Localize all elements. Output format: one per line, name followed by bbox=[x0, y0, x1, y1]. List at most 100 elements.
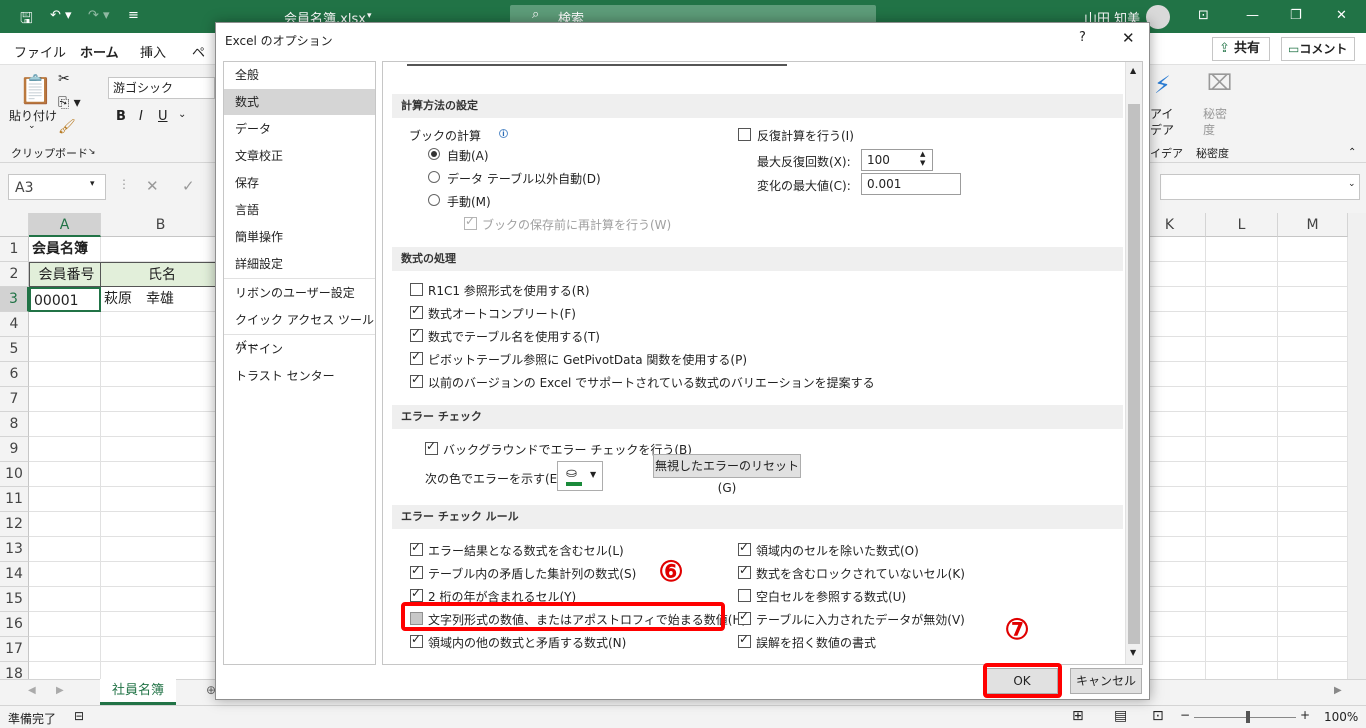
formula-option-label[interactable]: ピボットテーブル参照に GetPivotData 関数を使用する(P) bbox=[428, 351, 747, 368]
zoom-out-icon[interactable]: − bbox=[1180, 708, 1190, 722]
grid-cell[interactable] bbox=[1206, 462, 1278, 487]
formula-option-checkbox[interactable] bbox=[410, 349, 423, 365]
error-rule-checkbox[interactable] bbox=[410, 540, 423, 556]
grid-cell[interactable] bbox=[29, 462, 101, 487]
zoom-level[interactable]: 100% bbox=[1324, 710, 1358, 724]
row-header[interactable]: 12 bbox=[0, 512, 29, 537]
error-color-picker[interactable]: ⛀ ▼ bbox=[557, 461, 603, 491]
grid-cell[interactable] bbox=[101, 462, 221, 487]
row-header[interactable]: 10 bbox=[0, 462, 29, 487]
column-header[interactable]: A bbox=[29, 213, 101, 237]
share-button[interactable]: ⇪ 共有 bbox=[1212, 37, 1270, 61]
grid-cell[interactable] bbox=[1278, 362, 1348, 387]
grid-cell[interactable] bbox=[1206, 387, 1278, 412]
options-scrollbar[interactable]: ▲ ▼ bbox=[1125, 62, 1142, 664]
error-rule-checkbox[interactable] bbox=[738, 540, 751, 556]
grid-cell[interactable] bbox=[1206, 412, 1278, 437]
grid-cell[interactable] bbox=[1206, 512, 1278, 537]
grid-cell[interactable] bbox=[1278, 437, 1348, 462]
cut-icon[interactable]: ✂ bbox=[58, 71, 70, 87]
underline-dropdown-icon[interactable]: ⌄ bbox=[178, 109, 186, 120]
cell-a3[interactable]: 00001 bbox=[29, 287, 101, 312]
grid-cell[interactable] bbox=[1278, 587, 1348, 612]
grid-cell[interactable] bbox=[29, 412, 101, 437]
row-header[interactable]: 1 bbox=[0, 237, 29, 262]
grid-cell[interactable] bbox=[1206, 487, 1278, 512]
copy-icon[interactable]: ⎘ ▾ bbox=[58, 95, 81, 111]
error-rule-label[interactable]: テーブルに入力されたデータが無効(V) bbox=[756, 611, 965, 628]
grid-cell[interactable] bbox=[101, 437, 221, 462]
cell-a2[interactable]: 会員番号 bbox=[29, 262, 101, 287]
grid-cell[interactable] bbox=[29, 362, 101, 387]
manual-calc-radio[interactable] bbox=[428, 194, 440, 206]
row-header[interactable]: 7 bbox=[0, 387, 29, 412]
row-header[interactable]: 16 bbox=[0, 612, 29, 637]
grid-cell[interactable] bbox=[1278, 512, 1348, 537]
redo-icon[interactable]: ↷ ▾ bbox=[88, 8, 110, 23]
grid-cell[interactable] bbox=[29, 387, 101, 412]
grid-cell[interactable] bbox=[101, 612, 221, 637]
sensitivity-label-bottom[interactable]: 度 bbox=[1203, 121, 1215, 138]
grid-cell[interactable] bbox=[1278, 412, 1348, 437]
nav-item-advanced[interactable]: 詳細設定 bbox=[224, 251, 375, 277]
save-icon[interactable]: 🖫 bbox=[20, 8, 33, 33]
grid-cell[interactable] bbox=[1206, 312, 1278, 337]
column-header[interactable]: B bbox=[101, 213, 221, 237]
nav-item-save[interactable]: 保存 bbox=[224, 170, 375, 196]
scroll-right-icon[interactable]: ▶ bbox=[1334, 685, 1342, 696]
nav-item-quick-access[interactable]: クイック アクセス ツール バー bbox=[224, 307, 375, 353]
confirm-entry-icon[interactable]: ✓ bbox=[182, 177, 195, 195]
grid-cell[interactable] bbox=[1278, 237, 1348, 262]
scroll-up-icon[interactable]: ▲ bbox=[1130, 66, 1136, 75]
grid-cell[interactable] bbox=[101, 537, 221, 562]
grid-cell[interactable] bbox=[29, 312, 101, 337]
grid-cell[interactable] bbox=[29, 337, 101, 362]
reset-ignored-errors-button[interactable]: 無視したエラーのリセット(G) bbox=[653, 454, 801, 495]
error-rule-label[interactable]: 領域内の他の数式と矛盾する数式(N) bbox=[428, 634, 626, 651]
error-rule-checkbox[interactable] bbox=[738, 563, 751, 579]
name-box-dropdown-icon[interactable]: ▾ bbox=[90, 179, 95, 189]
ideas-icon[interactable]: ⚡ bbox=[1154, 71, 1171, 99]
row-header[interactable]: 17 bbox=[0, 637, 29, 662]
error-rule-label[interactable]: 数式を含むロックされていないセル(K) bbox=[756, 565, 965, 582]
formula-option-label[interactable]: R1C1 参照形式を使用する(R) bbox=[428, 282, 590, 299]
grid-cell[interactable] bbox=[29, 637, 101, 662]
grid-cell[interactable] bbox=[29, 512, 101, 537]
formula-option-checkbox[interactable] bbox=[410, 303, 423, 319]
error-rule-label[interactable]: テーブル内の矛盾した集計列の数式(S) bbox=[428, 565, 636, 582]
close-dialog-button[interactable]: ✕ bbox=[1122, 29, 1135, 47]
help-button[interactable]: ? bbox=[1079, 30, 1086, 45]
error-rule-label[interactable]: 空白セルを参照する数式(U) bbox=[756, 588, 906, 605]
grid-cell[interactable] bbox=[1278, 312, 1348, 337]
maximize-icon[interactable]: ❐ bbox=[1290, 8, 1302, 23]
cell-b2[interactable]: 氏名 bbox=[100, 262, 221, 287]
tab-page-layout[interactable]: ペ bbox=[192, 42, 205, 61]
grid-cell[interactable] bbox=[1206, 537, 1278, 562]
comment-button[interactable]: ▭コメント bbox=[1281, 37, 1355, 61]
iterative-calc-label[interactable]: 反復計算を行う(I) bbox=[757, 127, 854, 144]
grid-cell[interactable] bbox=[1206, 262, 1278, 287]
grid-cell[interactable] bbox=[29, 537, 101, 562]
close-window-icon[interactable]: ✕ bbox=[1336, 8, 1347, 23]
vertical-scrollbar[interactable] bbox=[1348, 213, 1366, 679]
scroll-down-icon[interactable]: ▼ bbox=[1130, 648, 1136, 657]
nav-item-general[interactable]: 全般 bbox=[224, 62, 375, 88]
tab-insert[interactable]: 挿入 bbox=[140, 42, 166, 61]
tab-file[interactable]: ファイル bbox=[14, 42, 66, 61]
next-sheet-icon[interactable]: ▶ bbox=[56, 685, 64, 696]
macro-record-icon[interactable]: ⊟ bbox=[74, 709, 84, 723]
error-rule-checkbox[interactable] bbox=[410, 563, 423, 579]
row-header[interactable]: 3 bbox=[0, 287, 29, 312]
cell-a1[interactable]: 会員名簿 bbox=[29, 237, 149, 262]
grid-cell[interactable] bbox=[101, 412, 221, 437]
formula-input[interactable] bbox=[1160, 174, 1360, 200]
row-header[interactable]: 13 bbox=[0, 537, 29, 562]
grid-cell[interactable] bbox=[101, 487, 221, 512]
cell-b3[interactable]: 萩原 幸雄 bbox=[101, 287, 221, 312]
grid-cell[interactable] bbox=[101, 587, 221, 612]
grid-cell[interactable] bbox=[1206, 237, 1278, 262]
spinner-icon[interactable]: ▲ ▼ bbox=[920, 150, 925, 168]
collapse-ribbon-icon[interactable]: ⌃ bbox=[1348, 147, 1356, 158]
error-rule-label[interactable]: 誤解を招く数値の書式 bbox=[756, 634, 876, 651]
row-header[interactable]: 2 bbox=[0, 262, 29, 287]
